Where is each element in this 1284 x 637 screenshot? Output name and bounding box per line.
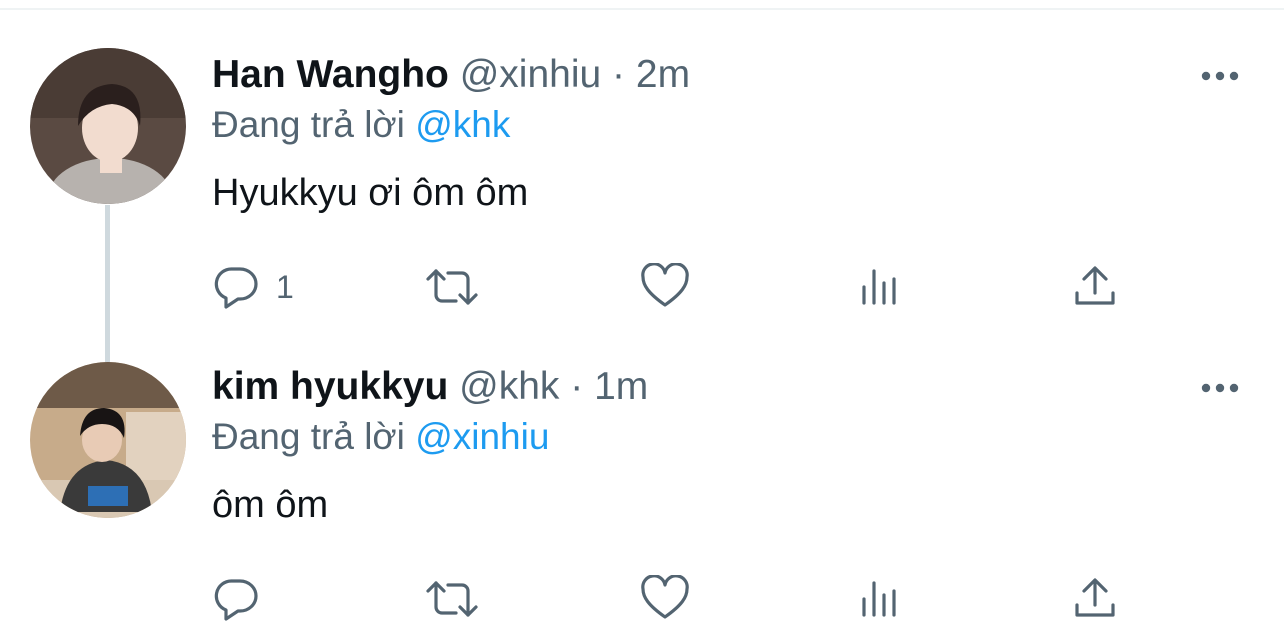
replying-prefix: Đang trả lời <box>212 104 405 145</box>
more-dots-icon <box>1201 383 1239 393</box>
reply-icon <box>214 579 258 621</box>
user-handle[interactable]: @xinhiu <box>460 53 602 96</box>
analytics-button[interactable] <box>860 262 904 312</box>
tweet-text: ôm ôm <box>212 484 329 526</box>
reply-icon <box>214 267 258 309</box>
display-name[interactable]: kim hyukkyu <box>212 365 448 408</box>
analytics-icon <box>862 581 896 617</box>
avatar[interactable] <box>30 362 186 518</box>
retweet-icon <box>426 269 478 305</box>
reply-button[interactable]: 1 <box>212 262 294 312</box>
retweet-button[interactable] <box>424 262 496 312</box>
more-options-button[interactable] <box>1198 366 1242 410</box>
display-name[interactable]: Han Wangho <box>212 53 449 96</box>
analytics-icon <box>862 269 896 305</box>
retweet-icon <box>426 581 478 617</box>
more-options-button[interactable] <box>1198 54 1242 98</box>
tweet-content: kim hyukkyu @khk · 1m Đang trả lời @xinh… <box>212 364 1244 528</box>
user-handle[interactable]: @khk <box>459 365 559 408</box>
tweet-1[interactable]: Han Wangho @xinhiu · 2m Đang trả lời @kh… <box>0 0 1284 309</box>
avatar-image <box>30 362 186 518</box>
avatar-image <box>30 48 186 204</box>
replying-mention[interactable]: @khk <box>415 104 510 145</box>
tweet-header: Han Wangho @xinhiu · 2m <box>212 52 1244 98</box>
like-button[interactable] <box>640 574 706 624</box>
analytics-button[interactable] <box>860 574 904 624</box>
tweet-actions: 1 <box>212 262 1132 312</box>
tweet-header: kim hyukkyu @khk · 1m <box>212 364 1244 410</box>
separator-dot: · <box>612 53 626 96</box>
like-button[interactable] <box>640 262 706 312</box>
tweet-actions <box>212 574 1132 624</box>
more-dots-icon <box>1201 71 1239 81</box>
reply-button[interactable] <box>212 574 276 624</box>
share-icon <box>1075 266 1115 305</box>
replying-mention[interactable]: @xinhiu <box>415 416 549 457</box>
avatar[interactable] <box>30 48 186 204</box>
heart-icon <box>641 263 689 307</box>
share-button[interactable] <box>1072 262 1118 312</box>
tweet-content: Han Wangho @xinhiu · 2m Đang trả lời @kh… <box>212 52 1244 216</box>
heart-icon <box>641 575 689 619</box>
replying-to: Đang trả lời @xinhiu <box>212 414 1244 460</box>
retweet-button[interactable] <box>424 574 496 624</box>
replying-prefix: Đang trả lời <box>212 416 405 457</box>
reply-count: 1 <box>276 268 294 305</box>
share-button[interactable] <box>1072 574 1118 624</box>
separator-dot: · <box>570 365 584 408</box>
tweet-2[interactable]: kim hyukkyu @khk · 1m Đang trả lời @xinh… <box>0 312 1284 621</box>
tweet-text: Hyukkyu ơi ôm ôm <box>212 172 529 214</box>
share-icon <box>1075 578 1115 617</box>
replying-to: Đang trả lời @khk <box>212 102 1244 148</box>
timestamp[interactable]: 2m <box>636 53 690 96</box>
timestamp[interactable]: 1m <box>594 365 648 408</box>
